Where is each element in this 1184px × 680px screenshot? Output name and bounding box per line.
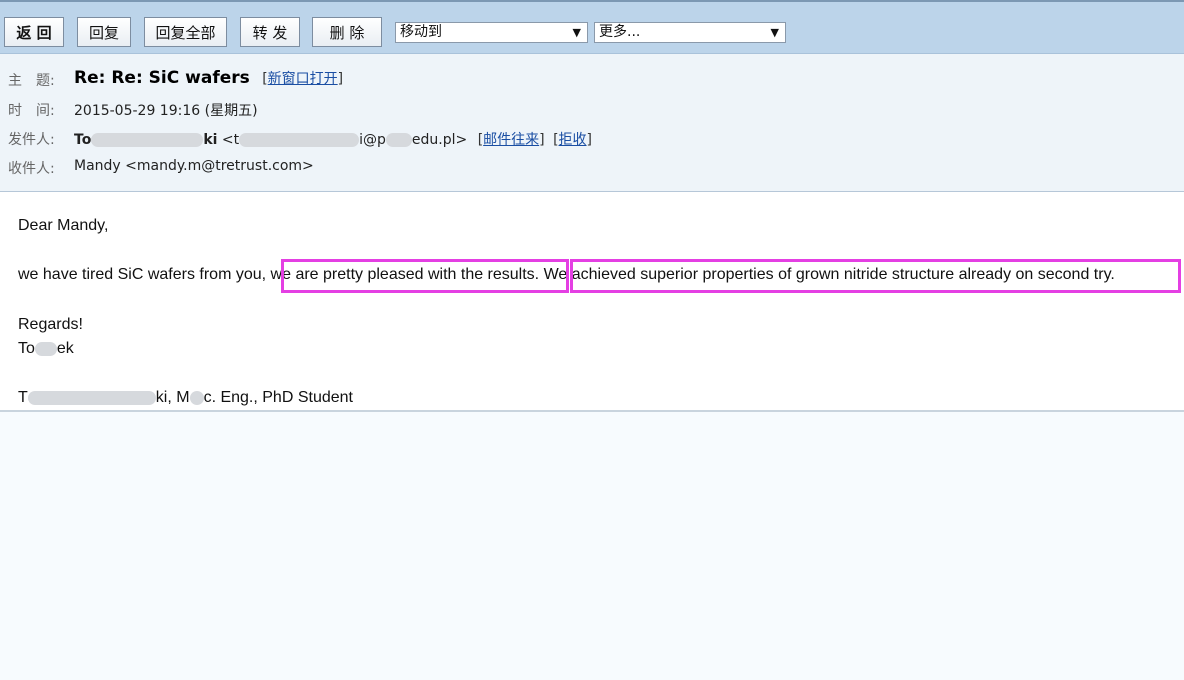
signature-title: Tki, M c. Eng., PhD Student [18, 389, 353, 407]
from-label: 发件人: [8, 132, 55, 148]
signature-title-mid: ki, M [155, 389, 190, 406]
redacted-blur [239, 133, 360, 147]
to-row: 收件人: Mandy <mandy.m@tretrust.com> [0, 158, 1184, 180]
to-value: Mandy <mandy.m@tretrust.com> [74, 158, 314, 174]
subject-value: Re: Re: SiC wafers [新窗口打开] [74, 68, 344, 88]
sender-name-start: To [74, 132, 92, 148]
subject-text: Re: Re: SiC wafers [74, 68, 250, 88]
redacted-blur [34, 341, 57, 356]
mail-toolbar: 返 回 回复 回复全部 转 发 删 除 移动到 ▼ 更多... ▼ [0, 2, 1184, 54]
from-row: 发件人: To ki <t i@p edu.pl> [邮件往来] [拒收] [0, 129, 1184, 151]
delete-button[interactable]: 删 除 [312, 17, 382, 47]
subject-row: 主 题: Re: Re: SiC wafers [新窗口打开] [0, 68, 1184, 91]
reply-button[interactable]: 回复 [77, 17, 131, 47]
dropdown-arrow-icon: ▼ [770, 26, 779, 39]
highlight-box-2 [570, 259, 1181, 293]
subject-label: 主 题: [8, 73, 55, 89]
regards: Regards! [18, 316, 83, 333]
open-new-window-link[interactable]: 新窗口打开 [268, 71, 338, 87]
forward-button[interactable]: 转 发 [240, 17, 300, 47]
highlight-box-1 [281, 259, 569, 293]
signature-title-end: c. Eng., PhD Student [203, 389, 353, 406]
to-label: 收件人: [8, 161, 55, 177]
redacted-blur [385, 133, 412, 147]
sender-email-start: <t [221, 132, 240, 148]
mail-history-link[interactable]: 邮件往来 [483, 132, 539, 148]
reply-all-button[interactable]: 回复全部 [144, 17, 227, 47]
signature-name: To ek [18, 340, 74, 358]
time-value: 2015-05-29 19:16 (星期五) [74, 103, 258, 119]
mail-header: 主 题: Re: Re: SiC wafers [新窗口打开] 时 间: 201… [0, 54, 1184, 192]
from-value: To ki <t i@p edu.pl> [邮件往来] [拒收] [74, 132, 593, 148]
mail-body: Dear Mandy, we have tired SiC wafers fro… [0, 192, 1184, 412]
redacted-blur [91, 133, 204, 147]
dropdown-arrow-icon: ▼ [572, 26, 581, 39]
move-to-value: 移动到 [400, 24, 442, 40]
reject-link[interactable]: 拒收 [559, 132, 587, 148]
more-select[interactable]: 更多... ▼ [594, 22, 786, 43]
sender-name-end: ki [203, 132, 218, 148]
sender-email-end: edu.pl> [411, 132, 468, 148]
greeting: Dear Mandy, [18, 217, 109, 234]
back-button[interactable]: 返 回 [4, 17, 64, 47]
time-label: 时 间: [8, 103, 55, 119]
time-row: 时 间: 2015-05-29 19:16 (星期五) [0, 100, 1184, 122]
sender-email-mid: i@p [359, 132, 386, 148]
message-start: we have tired SiC wafers from you, [18, 266, 267, 283]
signature-title-start: T [18, 389, 28, 406]
redacted-blur [27, 390, 156, 405]
more-value: 更多... [599, 24, 641, 40]
move-to-select[interactable]: 移动到 ▼ [395, 22, 588, 43]
redacted-blur [189, 390, 204, 405]
signature-name-start: To [18, 340, 35, 357]
signature-name-end: ek [56, 340, 74, 357]
